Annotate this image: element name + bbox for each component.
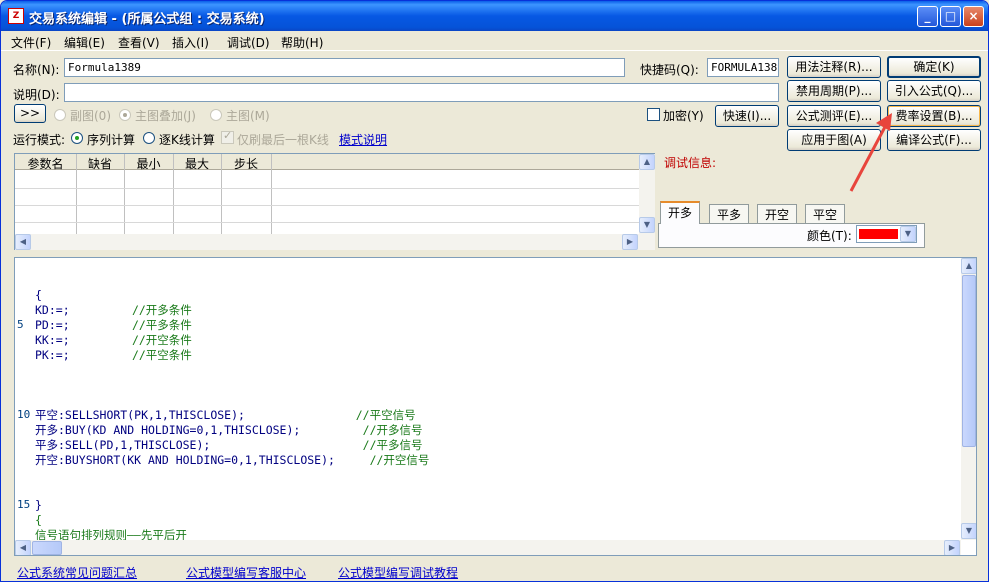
line-number: 10: [17, 408, 31, 421]
color-dropdown[interactable]: ▼: [856, 225, 917, 243]
scroll-up-icon[interactable]: ▲: [639, 154, 655, 170]
code-line[interactable]: PK:=; //平空条件: [35, 348, 192, 363]
code-line[interactable]: PD:=; //平多条件: [35, 318, 192, 333]
tab-close-long[interactable]: 平多: [709, 204, 750, 223]
run-mode-label: 运行模式:: [13, 133, 66, 147]
import-formula-button[interactable]: 引入公式(Q)...: [887, 80, 981, 102]
last-bar-only-label: 仅刷最后一根K线: [237, 133, 329, 147]
tutorial-link[interactable]: 公式模型编写调试教程: [338, 564, 458, 581]
editor-vertical-scrollbar[interactable]: ▲ ▼: [961, 258, 976, 540]
code-line[interactable]: 开空:BUYSHORT(KK AND HOLDING=0,1,THISCLOSE…: [35, 453, 429, 468]
encrypt-checkbox[interactable]: [647, 108, 660, 121]
header-param-name: 参数名: [27, 157, 64, 171]
menu-edit[interactable]: 编辑(E): [64, 34, 105, 51]
compile-formula-button[interactable]: 编译公式(F)...: [887, 129, 981, 151]
code-line[interactable]: 平空:SELLSHORT(PK,1,THISCLOSE); //平空信号: [35, 408, 416, 423]
scroll-right-icon[interactable]: ▶: [944, 540, 960, 555]
menu-view[interactable]: 查看(V): [118, 34, 160, 51]
window-title: 交易系统编辑 - (所属公式组 : 交易系统): [29, 12, 265, 27]
formula-editor-window: Z 交易系统编辑 - (所属公式组 : 交易系统) _ □ × 文件(F) 编辑…: [0, 0, 989, 582]
title-bar[interactable]: Z 交易系统编辑 - (所属公式组 : 交易系统) _ □ ×: [1, 1, 988, 31]
menu-debug[interactable]: 调试(D): [227, 34, 270, 51]
description-input[interactable]: [64, 83, 779, 102]
header-step: 步长: [233, 157, 258, 171]
menu-help[interactable]: 帮助(H): [281, 34, 323, 51]
menu-insert[interactable]: 插入(I): [172, 34, 209, 51]
color-label: 颜色(T):: [807, 229, 852, 243]
encrypt-label: 加密(Y): [663, 109, 704, 123]
menu-file[interactable]: 文件(F): [11, 34, 51, 51]
code-line[interactable]: KK:=; //开空条件: [35, 333, 192, 348]
scroll-down-icon[interactable]: ▼: [639, 217, 655, 233]
support-center-link[interactable]: 公式模型编写客服中心: [186, 564, 306, 581]
parameter-table-header: 参数名 缺省 最小 最大 步长: [15, 154, 640, 171]
shortcut-input[interactable]: FORMULA1389: [707, 58, 779, 77]
row-divider: [15, 205, 640, 206]
expand-button[interactable]: >>: [14, 104, 46, 123]
scroll-thumb[interactable]: [32, 541, 62, 555]
per-bar-calc-label: 逐K线计算: [159, 133, 215, 147]
header-max: 最大: [184, 157, 209, 171]
radio-sequence-calc[interactable]: [71, 132, 83, 144]
syntax-help-button[interactable]: 用法注释(R)...: [787, 56, 881, 78]
parameter-vertical-scrollbar[interactable]: ▲ ▼: [639, 154, 655, 234]
name-label: 名称(N):: [13, 63, 60, 77]
line-number: 15: [17, 498, 31, 511]
code-line[interactable]: 平多:SELL(PD,1,THISCLOSE); //平多信号: [35, 438, 423, 453]
scroll-left-icon[interactable]: ◀: [15, 234, 31, 250]
scroll-up-icon[interactable]: ▲: [961, 258, 976, 274]
row-divider: [15, 222, 640, 223]
scroll-thumb[interactable]: [962, 275, 976, 447]
description-label: 说明(D):: [13, 88, 60, 102]
minimize-button[interactable]: _: [917, 6, 938, 27]
scroll-right-icon[interactable]: ▶: [622, 234, 638, 250]
scroll-down-icon[interactable]: ▼: [961, 523, 976, 539]
chevron-down-icon[interactable]: ▼: [900, 226, 916, 242]
radio-main-overlay[interactable]: [119, 109, 131, 121]
row-divider: [15, 188, 640, 189]
debug-info-label: 调试信息:: [664, 156, 717, 170]
code-line[interactable]: {: [35, 288, 42, 303]
formula-app-icon: Z: [8, 8, 24, 24]
radio-main-chart[interactable]: [210, 109, 222, 121]
parameter-table[interactable]: 参数名 缺省 最小 最大 步长 ▲ ▼ ◀ ▶: [14, 153, 655, 250]
line-number: 5: [17, 318, 24, 331]
tab-open-long[interactable]: 开多: [660, 201, 701, 224]
code-line[interactable]: 开多:BUY(KD AND HOLDING=0,1,THISCLOSE); //…: [35, 423, 423, 438]
menu-bar: 文件(F) 编辑(E) 查看(V) 插入(I) 调试(D) 帮助(H): [1, 31, 988, 51]
parameter-horizontal-scrollbar[interactable]: ◀ ▶: [15, 234, 655, 250]
tab-open-short[interactable]: 开空: [757, 204, 798, 223]
formula-test-button[interactable]: 公式测评(E)...: [787, 105, 881, 127]
radio-sub-chart[interactable]: [54, 109, 66, 121]
code-line[interactable]: {: [35, 513, 42, 528]
editor-horizontal-scrollbar[interactable]: ◀ ▶: [15, 540, 961, 555]
ok-button[interactable]: 确定(K): [887, 56, 981, 78]
name-input[interactable]: Formula1389: [64, 58, 625, 77]
mode-help-link[interactable]: 模式说明: [339, 131, 387, 148]
code-line[interactable]: KD:=; //开多条件: [35, 303, 192, 318]
shortcut-label: 快捷码(Q):: [640, 63, 699, 77]
close-button[interactable]: ×: [963, 6, 984, 27]
fee-settings-button[interactable]: 费率设置(B)...: [887, 105, 981, 127]
radio-per-bar-calc[interactable]: [143, 132, 155, 144]
header-default: 缺省: [87, 157, 112, 171]
last-bar-only-checkbox[interactable]: [221, 129, 234, 144]
quick-button[interactable]: 快速(I)...: [715, 105, 779, 127]
apply-to-chart-button[interactable]: 应用于图(A): [787, 129, 881, 151]
faq-link[interactable]: 公式系统常见问题汇总: [17, 564, 137, 581]
code-editor[interactable]: {KD:=; //开多条件 5 PD:=; //平多条件 KK:=; //开空条件 PK…: [14, 257, 977, 556]
main-chart-label: 主图(M): [226, 109, 270, 123]
tab-close-short[interactable]: 平空: [805, 204, 846, 223]
maximize-button[interactable]: □: [940, 6, 961, 27]
scroll-left-icon[interactable]: ◀: [15, 540, 31, 555]
disable-period-button[interactable]: 禁用周期(P)...: [787, 80, 881, 102]
code-line[interactable]: }: [35, 498, 42, 513]
color-swatch: [859, 229, 898, 239]
sub-chart-label: 副图(0): [70, 109, 111, 123]
sequence-calc-label: 序列计算: [87, 133, 136, 147]
header-min: 最小: [136, 157, 161, 171]
main-overlay-label: 主图叠加(J): [135, 109, 196, 123]
